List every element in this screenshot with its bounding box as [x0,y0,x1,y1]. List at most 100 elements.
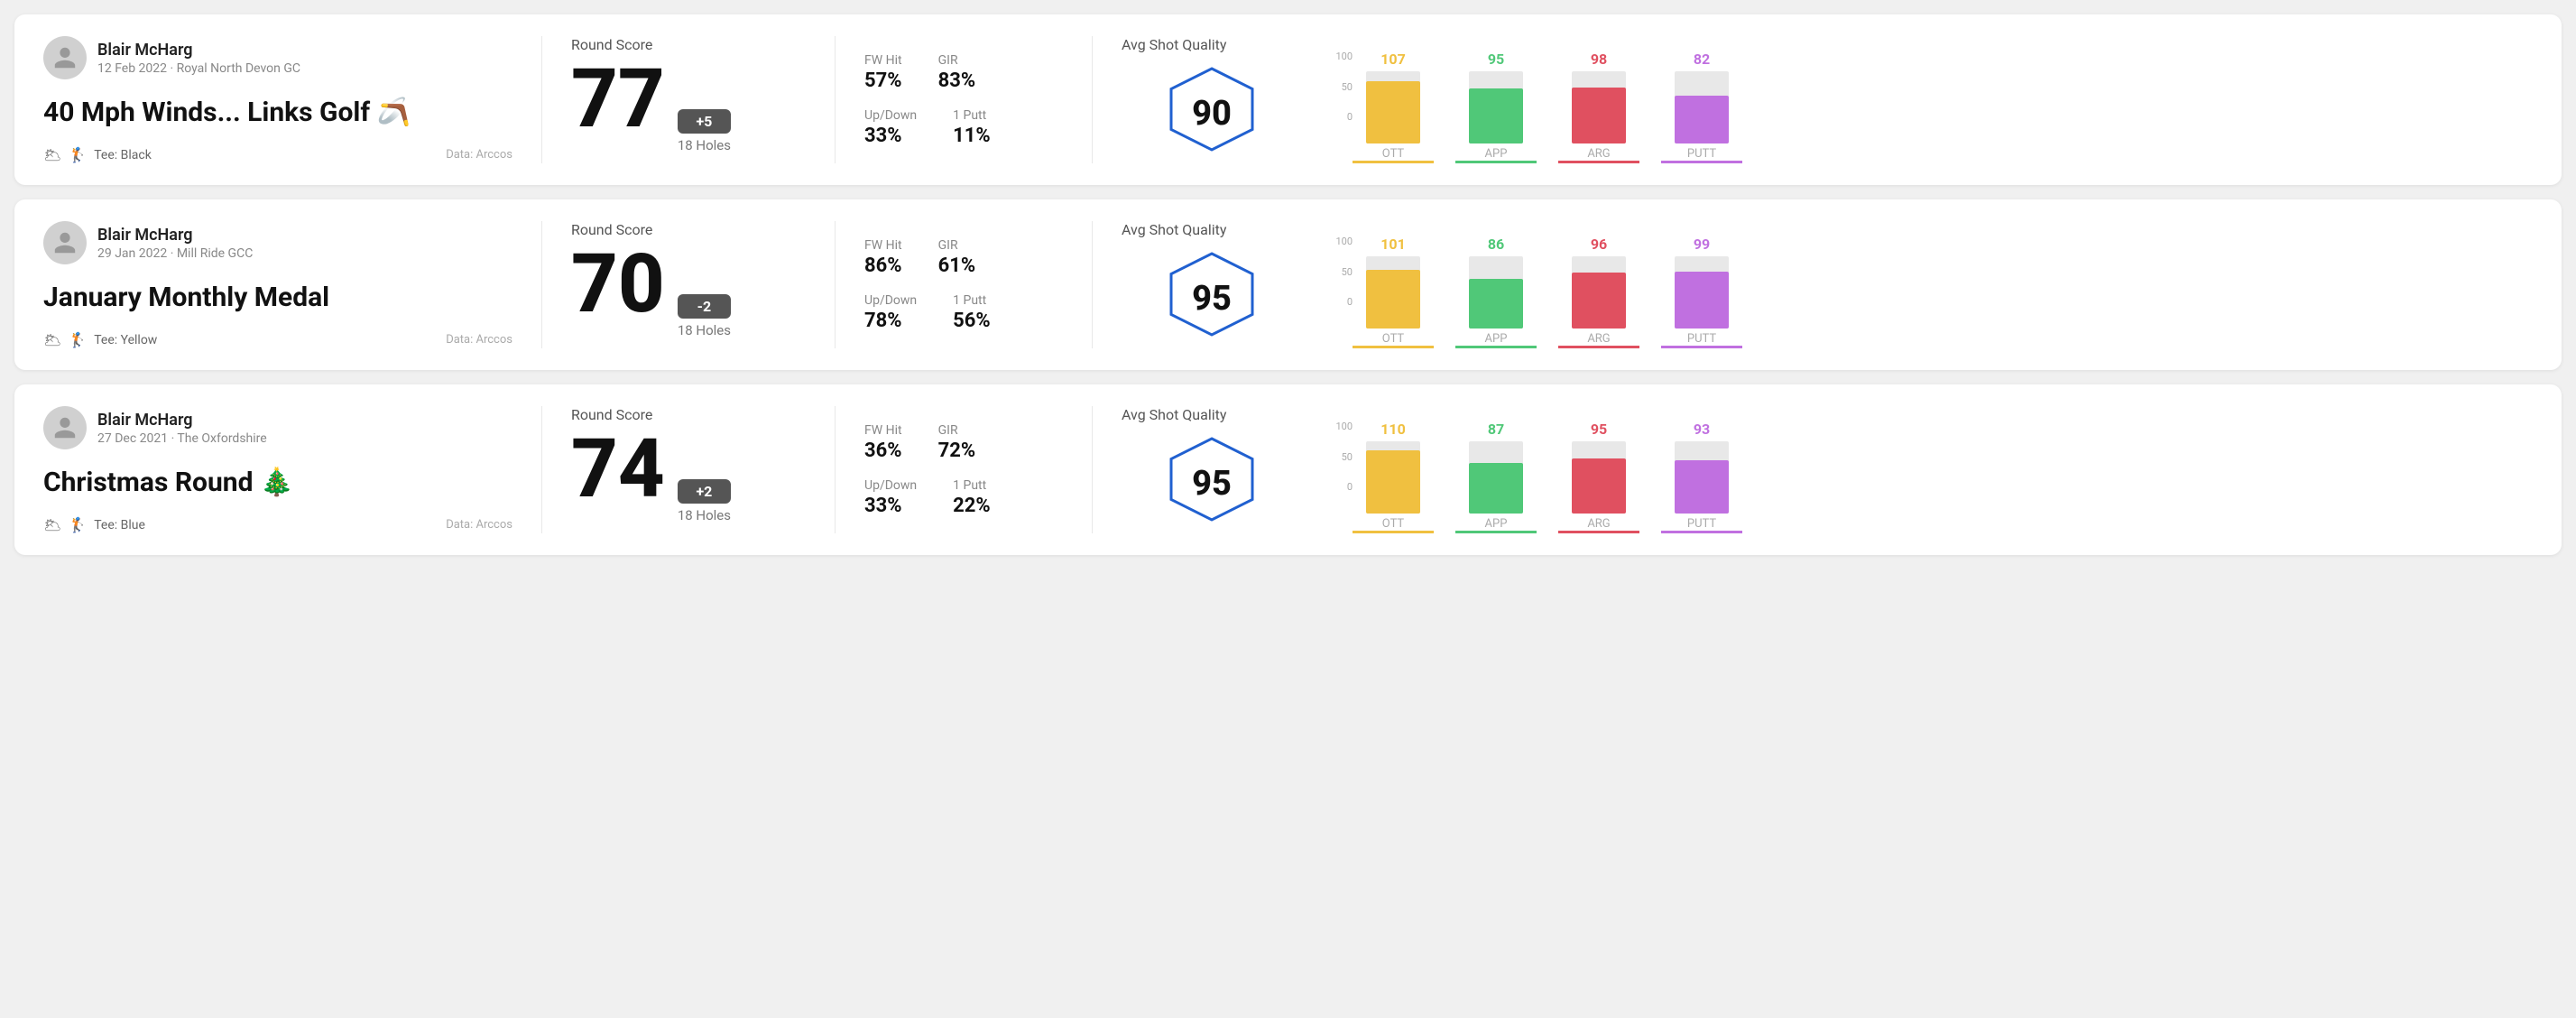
y-label-50: 50 [1320,81,1353,93]
round-card: Blair McHarg 29 Jan 2022 · Mill Ride GCC… [14,199,2562,370]
round-card: Blair McHarg 27 Dec 2021 · The Oxfordshi… [14,384,2562,555]
holes-label: 18 Holes [678,322,731,338]
score-section: Round Score 70 -2 18 Holes [571,221,806,348]
score-badge-group: +5 18 Holes [678,109,731,153]
oneputt-value: 56% [953,310,991,332]
chart-label-app: APP [1455,332,1537,348]
gir-label: GIR [938,53,976,68]
stat-gir: GIR 72% [938,423,976,462]
divider-3 [1092,406,1093,533]
stat-updown: Up/Down 33% [864,478,917,517]
chart-value-arg: 95 [1591,421,1607,438]
y-label-100: 100 [1320,236,1353,247]
bag-icon: 🏌️ [69,331,87,348]
stat-fw-hit: FW Hit 36% [864,423,902,462]
chart-section: 100 50 0 101 86 [1302,221,2533,348]
divider-3 [1092,221,1093,348]
stats-row-bottom: Up/Down 33% 1 Putt 11% [864,108,1063,147]
oneputt-label: 1 Putt [953,293,991,308]
chart-inner: 107 95 98 82 [1353,51,1742,143]
user-text: Blair McHarg 27 Dec 2021 · The Oxfordshi… [97,411,267,446]
chart-value-arg: 96 [1591,236,1607,253]
chart-bar-col-app: 86 [1455,236,1537,329]
chart-section: 100 50 0 107 95 [1302,36,2533,163]
user-info: Blair McHarg 12 Feb 2022 · Royal North D… [43,36,512,79]
chart-label-app: APP [1455,517,1537,533]
user-date: 27 Dec 2021 · The Oxfordshire [97,431,267,446]
gir-value: 83% [938,69,976,92]
fw-hit-label: FW Hit [864,53,902,68]
stat-fw-hit: FW Hit 57% [864,53,902,92]
oneputt-label: 1 Putt [953,108,991,123]
divider-1 [541,406,542,533]
chart-inner: 110 87 95 93 [1353,421,1742,514]
gir-value: 61% [938,255,976,277]
chart-wrapper: 100 50 0 107 95 [1320,51,2533,163]
chart-value-app: 95 [1488,51,1504,68]
chart-x-labels: OTT APP ARG PUTT [1353,143,2533,163]
updown-value: 78% [864,310,917,332]
stats-row-top: FW Hit 86% GIR 61% [864,238,1063,277]
score-modifier-badge: +5 [678,109,731,134]
chart-bar-fill-putt [1675,96,1729,143]
chart-bar-outer-app [1469,256,1523,329]
chart-bar-fill-arg [1572,88,1626,143]
chart-value-app: 86 [1488,236,1504,253]
chart-x-labels: OTT APP ARG PUTT [1353,514,2533,533]
score-modifier-badge: +2 [678,479,731,504]
chart-bar-outer-arg [1572,71,1626,143]
chart-value-putt: 99 [1694,236,1710,253]
tee-label: Tee: Black [94,148,152,162]
stat-updown: Up/Down 33% [864,108,917,147]
stat-updown: Up/Down 78% [864,293,917,332]
chart-value-ott: 107 [1380,51,1406,68]
chart-y-axis: 100 50 0 [1320,236,1353,308]
chart-bar-col-putt: 99 [1661,236,1742,329]
chart-rows: 100 50 0 107 95 [1320,51,2533,143]
chart-label-arg: ARG [1558,147,1639,163]
chart-bar-col-arg: 95 [1558,421,1639,514]
stats-row-bottom: Up/Down 33% 1 Putt 22% [864,478,1063,517]
chart-value-putt: 93 [1694,421,1710,438]
user-name: Blair McHarg [97,226,253,245]
chart-x-labels: OTT APP ARG PUTT [1353,329,2533,348]
divider-1 [541,221,542,348]
chart-bar-col-putt: 93 [1661,421,1742,514]
divider-3 [1092,36,1093,163]
gir-label: GIR [938,423,976,438]
chart-bar-col-arg: 96 [1558,236,1639,329]
stat-oneputt: 1 Putt 56% [953,293,991,332]
gir-label: GIR [938,238,976,253]
chart-bar-fill-app [1469,279,1523,329]
card-left: Blair McHarg 27 Dec 2021 · The Oxfordshi… [43,406,512,533]
quality-label: Avg Shot Quality [1122,221,1226,238]
chart-bar-fill-ott [1366,270,1420,329]
quality-label: Avg Shot Quality [1122,406,1226,423]
user-date: 12 Feb 2022 · Royal North Devon GC [97,61,300,76]
round-card: Blair McHarg 12 Feb 2022 · Royal North D… [14,14,2562,185]
y-label-50: 50 [1320,451,1353,463]
chart-value-ott: 110 [1380,421,1406,438]
y-label-100: 100 [1320,421,1353,432]
stats-section: FW Hit 36% GIR 72% Up/Down 33% 1 Putt 22… [864,406,1063,533]
chart-bar-col-putt: 82 [1661,51,1742,143]
chart-bar-col-ott: 101 [1353,236,1434,329]
chart-bar-outer-ott [1366,256,1420,329]
card-left: Blair McHarg 12 Feb 2022 · Royal North D… [43,36,512,163]
score-row: 70 -2 18 Holes [571,244,806,338]
card-left: Blair McHarg 29 Jan 2022 · Mill Ride GCC… [43,221,512,348]
chart-bar-outer-ott [1366,441,1420,514]
divider-2 [835,221,836,348]
chart-bar-col-ott: 107 [1353,51,1434,143]
tee-info: 🌥 🏌️ Tee: Yellow [43,331,157,348]
round-title: Christmas Round 🎄 [43,462,512,502]
score-number: 70 [571,244,665,325]
tee-label: Tee: Blue [94,518,145,532]
chart-wrapper: 100 50 0 101 86 [1320,236,2533,348]
score-row: 74 +2 18 Holes [571,429,806,523]
chart-label-app: APP [1455,147,1537,163]
user-date: 29 Jan 2022 · Mill Ride GCC [97,246,253,261]
user-info: Blair McHarg 27 Dec 2021 · The Oxfordshi… [43,406,512,449]
quality-section: Avg Shot Quality 90 [1122,36,1302,163]
chart-y-axis: 100 50 0 [1320,51,1353,123]
